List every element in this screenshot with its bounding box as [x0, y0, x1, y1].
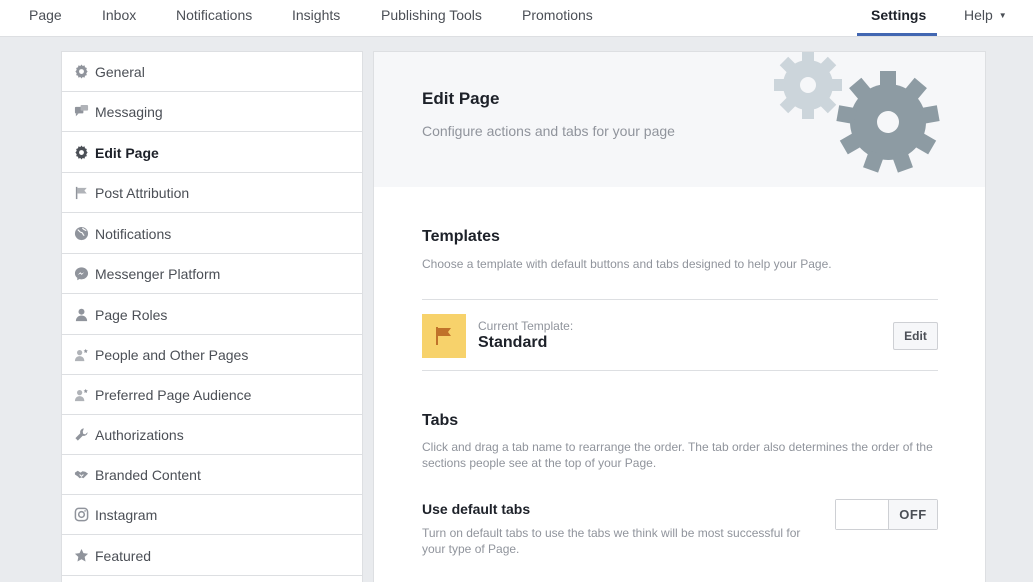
- messenger-icon: [73, 266, 89, 282]
- gear-large-icon: [836, 71, 940, 173]
- sidebar-item-label: Messaging: [95, 103, 163, 120]
- current-template-label: Current Template:: [478, 319, 574, 333]
- sidebar-item-featured[interactable]: Featured: [62, 536, 362, 576]
- templates-title: Templates: [422, 228, 500, 245]
- edit-page-panel: Edit Page Configure actions and tabs for…: [373, 51, 986, 582]
- sidebar-item-messaging[interactable]: Messaging: [62, 92, 362, 132]
- globe-icon: [73, 226, 89, 242]
- sidebar-item-preferred-page-audience[interactable]: Preferred Page Audience: [62, 375, 362, 415]
- tabs-description-line-1: Click and drag a tab name to rearrange t…: [422, 440, 933, 454]
- nav-help-label: Help: [964, 7, 993, 23]
- gear-icon: [73, 145, 89, 161]
- person-star-icon: [73, 387, 89, 403]
- sidebar-item-instagram[interactable]: Instagram: [62, 495, 362, 535]
- sidebar-item-label: Page Roles: [95, 306, 168, 323]
- sidebar-item-authorizations[interactable]: Authorizations: [62, 415, 362, 455]
- gear-small-icon: [774, 52, 842, 119]
- default-tabs-toggle[interactable]: OFF: [835, 499, 938, 530]
- person-star-icon: [73, 347, 89, 363]
- default-tabs-title: Use default tabs: [422, 501, 531, 517]
- sidebar-item-branded-content[interactable]: Branded Content: [62, 455, 362, 495]
- handshake-icon: [73, 467, 89, 483]
- page-title: Edit Page: [422, 89, 500, 108]
- nav-settings[interactable]: Settings: [871, 0, 926, 36]
- sidebar-item-label: Notifications: [95, 225, 172, 242]
- wrench-icon: [73, 427, 89, 443]
- sidebar-item-label: Messenger Platform: [95, 265, 221, 282]
- toggle-knob: [836, 500, 889, 529]
- sidebar-item-label: Authorizations: [95, 426, 184, 443]
- chat-bubbles-icon: [73, 104, 89, 120]
- divider: [422, 370, 938, 371]
- sidebar-item-post-attribution[interactable]: Post Attribution: [62, 173, 362, 213]
- nav-page[interactable]: Page: [29, 0, 62, 36]
- caret-down-icon: ▼: [998, 11, 1007, 21]
- tabs-description-line-2: sections people see at the top of your P…: [422, 456, 657, 470]
- nav-notifications[interactable]: Notifications: [176, 0, 252, 36]
- default-tabs-description: Turn on default tabs to use the tabs we …: [422, 526, 801, 556]
- edit-template-button[interactable]: Edit: [893, 322, 938, 350]
- nav-inbox[interactable]: Inbox: [102, 0, 136, 36]
- flag-icon: [436, 327, 451, 345]
- person-icon: [73, 307, 89, 323]
- template-icon: [422, 314, 466, 358]
- sidebar-item-edit-page[interactable]: Edit Page: [62, 133, 362, 173]
- sidebar-item-label: Post Attribution: [95, 184, 190, 201]
- sidebar-item-label: People and Other Pages: [95, 346, 249, 363]
- nav-help[interactable]: Help ▼: [964, 0, 1007, 36]
- templates-description: Choose a template with default buttons a…: [422, 257, 832, 271]
- sidebar-item-label: Instagram: [95, 506, 158, 523]
- gear-icon: [73, 64, 89, 80]
- edit-page-header: Edit Page Configure actions and tabs for…: [374, 52, 985, 187]
- sidebar-item-general[interactable]: General: [62, 52, 362, 92]
- instagram-icon: [73, 507, 89, 523]
- nav-publishing-tools[interactable]: Publishing Tools: [381, 0, 482, 36]
- sidebar-item-page-roles[interactable]: Page Roles: [62, 295, 362, 335]
- nav-promotions[interactable]: Promotions: [522, 0, 593, 36]
- sidebar-item-label: Branded Content: [95, 466, 201, 483]
- tabs-title: Tabs: [422, 412, 459, 429]
- nav-insights[interactable]: Insights: [292, 0, 340, 36]
- top-navigation: Page Inbox Notifications Insights Publis…: [0, 0, 1033, 37]
- active-tab-underline: [857, 33, 937, 36]
- divider: [422, 299, 938, 300]
- sidebar-item-messenger-platform[interactable]: Messenger Platform: [62, 254, 362, 294]
- sidebar-item-label: Preferred Page Audience: [95, 386, 252, 403]
- sidebar-item-people-and-other-pages[interactable]: People and Other Pages: [62, 335, 362, 375]
- sidebar-item-label: Edit Page: [95, 144, 159, 161]
- page-subtitle: Configure actions and tabs for your page: [422, 123, 675, 139]
- settings-sidebar: General Messaging Edit Page Post Attribu…: [61, 51, 363, 582]
- star-icon: [73, 548, 89, 564]
- current-template-name: Standard: [478, 334, 548, 351]
- sidebar-item-label: General: [95, 63, 145, 80]
- sidebar-item-label: Featured: [95, 547, 152, 564]
- flag-icon: [73, 185, 89, 201]
- sidebar-item-notifications[interactable]: Notifications: [62, 214, 362, 254]
- toggle-state-label: OFF: [889, 500, 937, 529]
